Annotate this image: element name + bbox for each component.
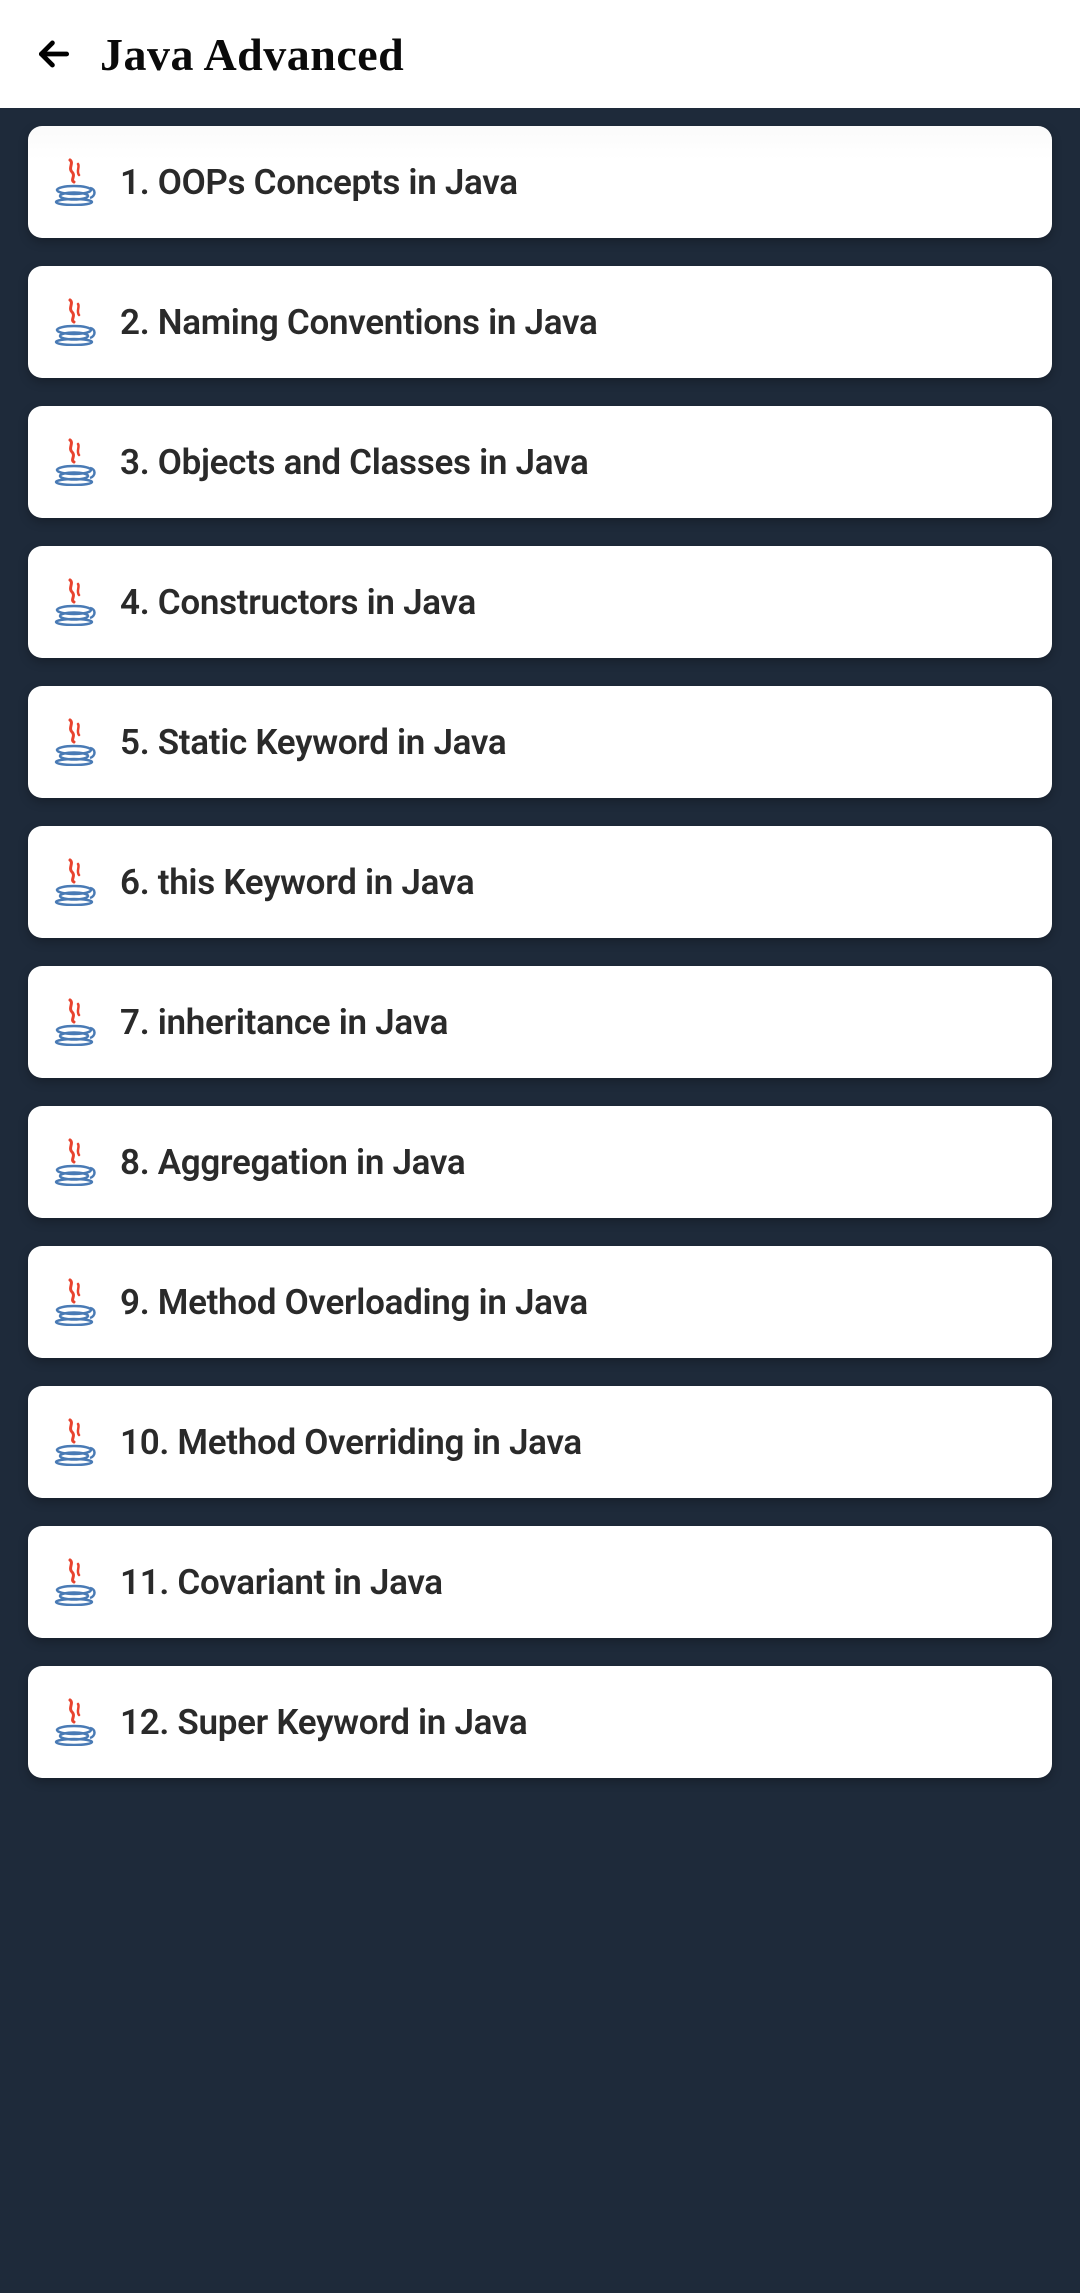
list-item-label: 12. Super Keyword in Java — [120, 1702, 527, 1743]
list-item-super-keyword[interactable]: 12. Super Keyword in Java — [28, 1666, 1052, 1778]
list-item-label: 10. Method Overriding in Java — [120, 1422, 582, 1463]
list-item-this-keyword[interactable]: 6. this Keyword in Java — [28, 826, 1052, 938]
list-item-constructors[interactable]: 4. Constructors in Java — [28, 546, 1052, 658]
java-icon — [52, 1138, 96, 1186]
list-item-label: 7. inheritance in Java — [120, 1002, 448, 1043]
java-icon — [52, 1418, 96, 1466]
list-item-method-overloading[interactable]: 9. Method Overloading in Java — [28, 1246, 1052, 1358]
list-item-label: 8. Aggregation in Java — [120, 1142, 465, 1183]
java-icon — [52, 998, 96, 1046]
list-item-label: 6. this Keyword in Java — [120, 862, 474, 903]
list-item-label: 11. Covariant in Java — [120, 1562, 443, 1603]
list-item-method-overriding[interactable]: 10. Method Overriding in Java — [28, 1386, 1052, 1498]
list-item-covariant[interactable]: 11. Covariant in Java — [28, 1526, 1052, 1638]
list-item-static-keyword[interactable]: 5. Static Keyword in Java — [28, 686, 1052, 798]
list-item-inheritance[interactable]: 7. inheritance in Java — [28, 966, 1052, 1078]
page-title: Java Advanced — [100, 28, 404, 81]
java-icon — [52, 718, 96, 766]
arrow-left-icon — [35, 35, 73, 73]
java-icon — [52, 1278, 96, 1326]
content-list: 1. OOPs Concepts in Java 2. Naming Conve… — [0, 108, 1080, 2293]
java-icon — [52, 438, 96, 486]
list-item-oops-concepts[interactable]: 1. OOPs Concepts in Java — [28, 126, 1052, 238]
back-button[interactable] — [32, 32, 76, 76]
list-item-aggregation[interactable]: 8. Aggregation in Java — [28, 1106, 1052, 1218]
list-item-label: 2. Naming Conventions in Java — [120, 302, 597, 343]
list-item-label: 9. Method Overloading in Java — [120, 1282, 588, 1323]
list-item-label: 4. Constructors in Java — [120, 582, 476, 623]
header: Java Advanced — [0, 0, 1080, 108]
list-item-naming-conventions[interactable]: 2. Naming Conventions in Java — [28, 266, 1052, 378]
java-icon — [52, 1558, 96, 1606]
list-item-label: 5. Static Keyword in Java — [120, 722, 506, 763]
list-item-label: 3. Objects and Classes in Java — [120, 442, 588, 483]
list-item-label: 1. OOPs Concepts in Java — [120, 162, 518, 203]
list-item-objects-classes[interactable]: 3. Objects and Classes in Java — [28, 406, 1052, 518]
java-icon — [52, 578, 96, 626]
java-icon — [52, 858, 96, 906]
java-icon — [52, 158, 96, 206]
java-icon — [52, 298, 96, 346]
java-icon — [52, 1698, 96, 1746]
